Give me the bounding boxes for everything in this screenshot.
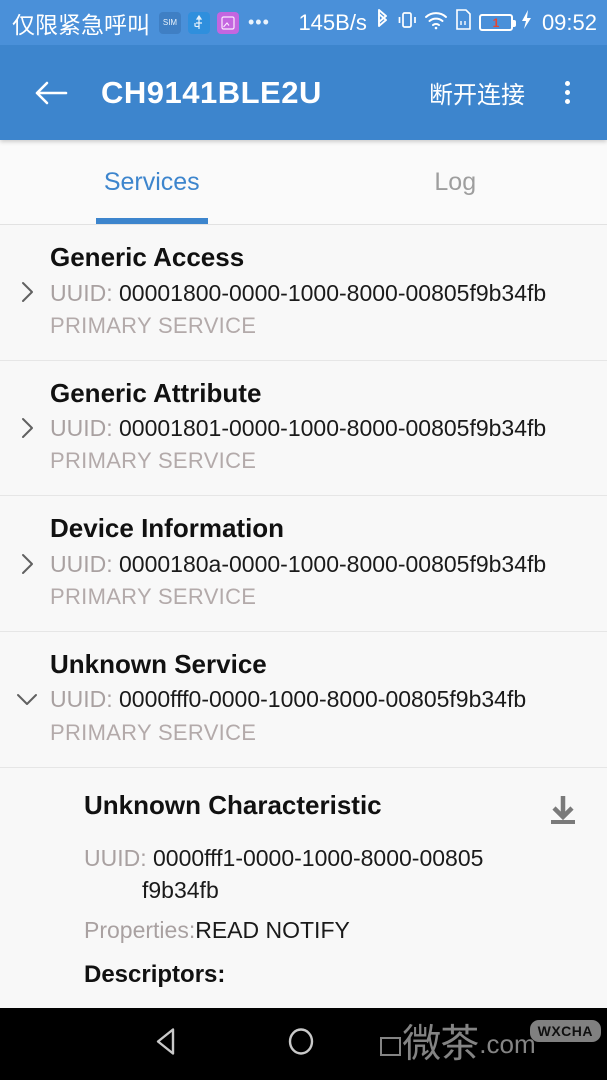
characteristic-properties-label: Properties: (84, 916, 196, 943)
sim-card-icon: SIM (159, 11, 181, 34)
usb-icon (188, 11, 210, 34)
carrier-label: 仅限紧急呼叫 (12, 11, 150, 38)
service-name: Generic Attribute (50, 377, 262, 408)
triangle-back-icon (156, 1028, 175, 1055)
characteristic-uuid-row: UUID: 0000fff1-0000-1000-8000-00805 f9b3… (84, 842, 591, 907)
page-title: CH9141BLE2U (101, 74, 322, 110)
circle-home-icon (288, 1028, 314, 1055)
status-right-group: 145B/s 1 09:52 (298, 8, 597, 38)
watermark-square-icon (380, 1037, 402, 1056)
service-type: PRIMARY SERVICE (50, 312, 257, 338)
network-speed-label: 145B/s (298, 9, 367, 35)
service-item[interactable]: Unknown Service UUID: 0000fff0-0000-1000… (0, 631, 607, 768)
chevron-down-icon (14, 686, 40, 712)
charging-bolt-icon (520, 9, 533, 36)
screenshot-icon (217, 11, 239, 34)
more-vertical-icon (564, 99, 570, 104)
status-notification-icons: SIM ••• (159, 11, 270, 34)
system-navigation-bar: 微茶 .com WXCHA (0, 1008, 607, 1080)
arrow-left-icon (35, 81, 68, 104)
service-type: PRIMARY SERVICE (50, 448, 257, 474)
service-uuid-label: UUID: (50, 279, 113, 306)
tab-services[interactable]: Services (0, 140, 304, 224)
service-uuid-row: UUID: 0000fff0-0000-1000-8000-00805f9b34… (50, 683, 593, 716)
watermark: 微茶 .com WXCHA (378, 1020, 601, 1068)
service-name: Unknown Service (50, 648, 267, 679)
nav-back-button[interactable] (150, 1025, 184, 1064)
characteristic-uuid-value-wrap: f9b34fb (142, 877, 219, 904)
status-bar: 仅限紧急呼叫 SIM ••• 145B/s 1 09:52 (0, 0, 607, 45)
characteristic-list: Unknown Characteristic UUID: 0000fff1-00… (0, 767, 607, 1000)
service-item[interactable]: Generic Access UUID: 00001800-0000-1000-… (0, 225, 607, 361)
nav-home-button[interactable] (284, 1025, 318, 1064)
characteristic-properties-row: Properties:READ NOTIFY (84, 914, 591, 947)
download-icon[interactable] (537, 784, 589, 836)
more-vertical-icon (564, 90, 570, 95)
characteristic-properties-value: READ NOTIFY (195, 916, 350, 943)
characteristic-item[interactable]: Unknown Characteristic UUID: 0000fff1-00… (0, 768, 607, 1000)
chevron-right-icon (14, 279, 40, 305)
app-bar: CH9141BLE2U 断开连接 (0, 45, 607, 140)
wifi-icon (424, 10, 448, 36)
bluetooth-icon (374, 8, 390, 38)
service-uuid-row: UUID: 00001800-0000-1000-8000-00805f9b34… (50, 277, 593, 310)
service-list[interactable]: Generic Access UUID: 00001800-0000-1000-… (0, 225, 607, 1000)
service-name: Device Information (50, 513, 285, 544)
descriptor-name: Client Characteristic Configuration (84, 996, 591, 1000)
characteristic-header: Unknown Characteristic (84, 790, 591, 836)
tab-log-label: Log (434, 167, 477, 196)
tab-indicator (95, 218, 208, 224)
tab-services-label: Services (103, 167, 200, 196)
battery-level-label: 1 (492, 15, 500, 30)
service-uuid-label: UUID: (50, 686, 113, 713)
clock-label: 09:52 (541, 9, 597, 35)
battery-icon: 1 (478, 14, 516, 31)
back-button[interactable] (28, 70, 74, 116)
watermark-badge: WXCHA (529, 1020, 601, 1042)
more-vertical-icon (564, 81, 570, 86)
service-uuid-label: UUID: (50, 415, 113, 442)
service-uuid-label: UUID: (50, 550, 113, 577)
service-type: PRIMARY SERVICE (50, 719, 257, 745)
service-uuid-value: 00001801-0000-1000-8000-00805f9b34fb (119, 415, 547, 442)
tab-log[interactable]: Log (304, 140, 607, 224)
descriptors-label: Descriptors: (84, 960, 226, 988)
disconnect-button[interactable]: 断开连接 (427, 69, 527, 116)
service-type: PRIMARY SERVICE (50, 584, 257, 610)
sd-card-icon (455, 9, 472, 36)
service-uuid-row: UUID: 00001801-0000-1000-8000-00805f9b34… (50, 412, 593, 445)
characteristic-uuid-value: 0000fff1-0000-1000-8000-00805 (153, 844, 484, 871)
characteristic-uuid-label: UUID: (84, 844, 147, 871)
service-item[interactable]: Generic Attribute UUID: 00001801-0000-10… (0, 360, 607, 497)
service-uuid-value: 00001800-0000-1000-8000-00805f9b34fb (119, 279, 547, 306)
service-uuid-row: UUID: 0000180a-0000-1000-8000-00805f9b34… (50, 548, 593, 581)
more-dots-icon: ••• (248, 12, 270, 32)
tab-bar: Services Log (0, 140, 607, 225)
service-name: Generic Access (50, 242, 245, 272)
service-uuid-value: 0000fff0-0000-1000-8000-00805f9b34fb (119, 686, 527, 713)
chevron-right-icon (14, 551, 40, 577)
watermark-domain: .com (479, 1029, 536, 1059)
vibrate-icon (397, 9, 417, 37)
watermark-text: 微茶 (402, 1022, 479, 1066)
overflow-menu-button[interactable] (545, 70, 589, 116)
characteristic-name: Unknown Characteristic (84, 789, 382, 820)
service-uuid-value: 0000180a-0000-1000-8000-00805f9b34fb (119, 550, 547, 577)
chevron-right-icon (14, 415, 40, 441)
service-item[interactable]: Device Information UUID: 0000180a-0000-1… (0, 496, 607, 632)
